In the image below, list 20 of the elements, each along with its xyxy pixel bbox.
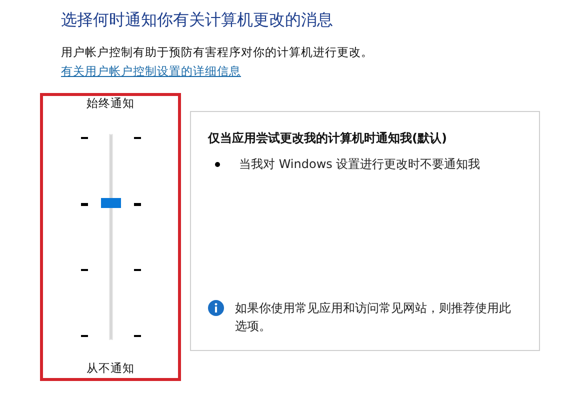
tick-mark bbox=[80, 335, 88, 337]
details-link[interactable]: 有关用户帐户控制设置的详细信息 bbox=[61, 64, 241, 79]
panel-heading: 仅当应用尝试更改我的计算机时通知我(默认) bbox=[208, 130, 448, 146]
info-icon bbox=[208, 300, 224, 316]
slider-bottom-label: 从不通知 bbox=[86, 361, 134, 375]
bullet-icon bbox=[215, 162, 220, 166]
page-title: 选择何时通知你有关计算机更改的消息 bbox=[61, 10, 334, 30]
info-text: 如果你使用常见应用和访问常见网站，则推荐使用此选项。 bbox=[235, 300, 512, 335]
tick-mark bbox=[80, 269, 88, 271]
description-text: 用户帐户控制有助于预防有害程序对你的计算机进行更改。 bbox=[61, 45, 374, 60]
slider-thumb[interactable] bbox=[100, 198, 120, 208]
tick-mark bbox=[134, 335, 140, 337]
slider-top-label: 始终通知 bbox=[86, 96, 134, 110]
tick-mark bbox=[80, 137, 88, 139]
tick-mark bbox=[134, 137, 140, 139]
tick-mark bbox=[134, 269, 140, 271]
tick-mark bbox=[134, 203, 140, 206]
tick-mark bbox=[80, 203, 88, 206]
slider-track[interactable] bbox=[108, 134, 112, 340]
bullet-text: 当我对 Windows 设置进行更改时不要通知我 bbox=[239, 156, 480, 172]
